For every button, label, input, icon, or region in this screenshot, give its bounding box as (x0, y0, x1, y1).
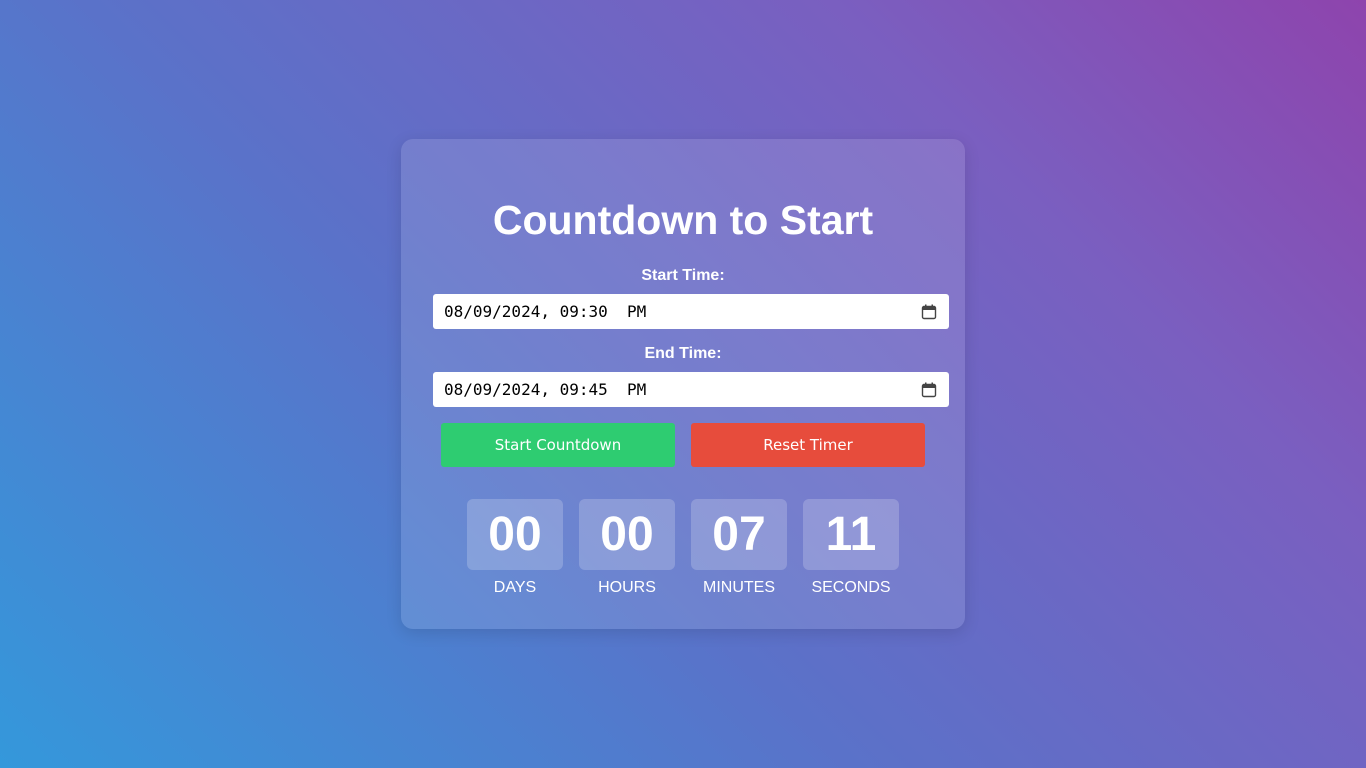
page-title: Countdown to Start (492, 197, 874, 243)
end-time-input[interactable]: 08/09/2024, 09:45 PM (433, 372, 949, 407)
countdown-minutes: 07 MINUTES (691, 499, 787, 598)
countdown-card: Countdown to Start Start Time: 08/09/202… (401, 139, 965, 629)
calendar-icon[interactable] (921, 304, 937, 320)
end-time-value[interactable]: 08/09/2024, 09:45 PM (444, 380, 921, 399)
start-time-label: Start Time: (641, 267, 725, 284)
calendar-icon[interactable] (921, 382, 937, 398)
reset-timer-button[interactable]: Reset Timer (691, 423, 925, 467)
minutes-value: 07 (691, 499, 787, 570)
days-value: 00 (467, 499, 563, 570)
countdown-days: 00 DAYS (467, 499, 563, 598)
hours-value: 00 (579, 499, 675, 570)
start-countdown-button[interactable]: Start Countdown (441, 423, 675, 467)
start-time-value[interactable]: 08/09/2024, 09:30 PM (444, 302, 921, 321)
end-time-label: End Time: (644, 345, 722, 362)
seconds-label: SECONDS (811, 579, 891, 596)
start-time-input[interactable]: 08/09/2024, 09:30 PM (433, 294, 949, 329)
seconds-value: 11 (803, 499, 899, 570)
countdown-seconds: 11 SECONDS (803, 499, 899, 598)
countdown-hours: 00 HOURS (579, 499, 675, 598)
